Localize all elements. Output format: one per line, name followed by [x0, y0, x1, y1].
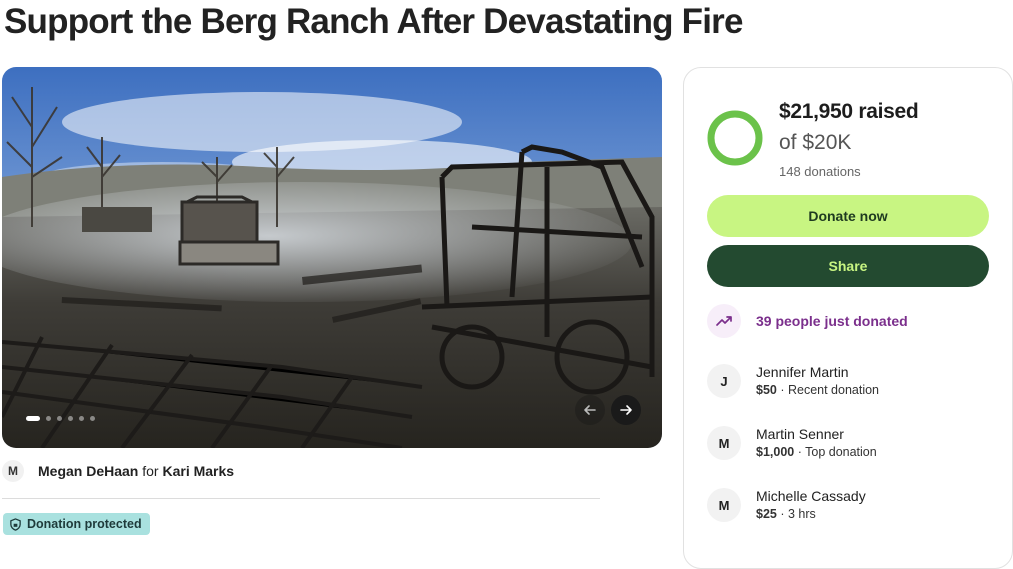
- donation-count: 148 donations: [779, 164, 861, 179]
- donor-note: · Recent donation: [776, 383, 880, 397]
- donor-amount: $1,000: [756, 445, 795, 459]
- donor-meta: $25 · 3 hrs: [756, 505, 866, 523]
- page-title: Support the Berg Ranch After Devastating…: [4, 2, 743, 41]
- donor-avatar: M: [707, 426, 741, 460]
- carousel-dot[interactable]: [90, 416, 95, 421]
- carousel-prev-button[interactable]: [575, 395, 605, 425]
- donor-name: Martin Senner: [756, 426, 844, 442]
- organizer-connector: for: [142, 463, 159, 479]
- trending-text: 39 people just donated: [756, 313, 908, 329]
- trending-up-icon: [716, 316, 732, 326]
- donate-now-button[interactable]: Donate now: [707, 195, 989, 237]
- donor-item: M Martin Senner $1,000 · Top donation: [707, 425, 877, 461]
- donor-name: Jennifer Martin: [756, 364, 849, 380]
- recent-donations-trend: 39 people just donated: [707, 304, 908, 338]
- donor-amount: $50: [756, 383, 777, 397]
- trend-icon-wrap: [707, 304, 741, 338]
- donor-amount: $25: [756, 507, 777, 521]
- carousel-next-button[interactable]: [611, 395, 641, 425]
- donor-note: · Top donation: [794, 445, 877, 459]
- arrow-right-icon: [620, 405, 632, 415]
- organizer-text: Megan DeHaan for Kari Marks: [38, 463, 234, 479]
- burned-ranch-image: [2, 67, 662, 448]
- goal-amount: of $20K: [779, 131, 852, 154]
- campaign-photo[interactable]: [2, 67, 662, 448]
- organizer-avatar[interactable]: M: [2, 460, 24, 482]
- divider: [2, 498, 600, 499]
- carousel-dot[interactable]: [46, 416, 51, 421]
- donor-name: Michelle Cassady: [756, 488, 866, 504]
- badge-label: Donation protected: [27, 517, 142, 531]
- carousel-dot[interactable]: [26, 416, 40, 421]
- donation-protected-badge[interactable]: Donation protected: [3, 513, 150, 535]
- organizer-name[interactable]: Megan DeHaan: [38, 463, 138, 479]
- carousel-dot[interactable]: [57, 416, 62, 421]
- carousel-dots: [26, 416, 95, 421]
- organizer-line: M Megan DeHaan for Kari Marks: [2, 460, 234, 482]
- donor-item: M Michelle Cassady $25 · 3 hrs: [707, 487, 866, 523]
- beneficiary-name[interactable]: Kari Marks: [162, 463, 234, 479]
- progress-ring: [707, 110, 763, 166]
- donation-card: $21,950 raised of $20K 148 donations Don…: [683, 67, 1013, 569]
- donor-meta: $1,000 · Top donation: [756, 443, 877, 461]
- arrow-left-icon: [584, 405, 596, 415]
- donor-meta: $50 · Recent donation: [756, 381, 879, 399]
- donor-avatar: M: [707, 488, 741, 522]
- donor-item: J Jennifer Martin $50 · Recent donation: [707, 363, 879, 399]
- carousel-dot[interactable]: [79, 416, 84, 421]
- amount-raised: $21,950 raised: [779, 100, 919, 123]
- share-button[interactable]: Share: [707, 245, 989, 287]
- donor-note: · 3 hrs: [776, 507, 816, 521]
- donor-avatar: J: [707, 364, 741, 398]
- carousel-dot[interactable]: [68, 416, 73, 421]
- shield-icon: [10, 517, 21, 531]
